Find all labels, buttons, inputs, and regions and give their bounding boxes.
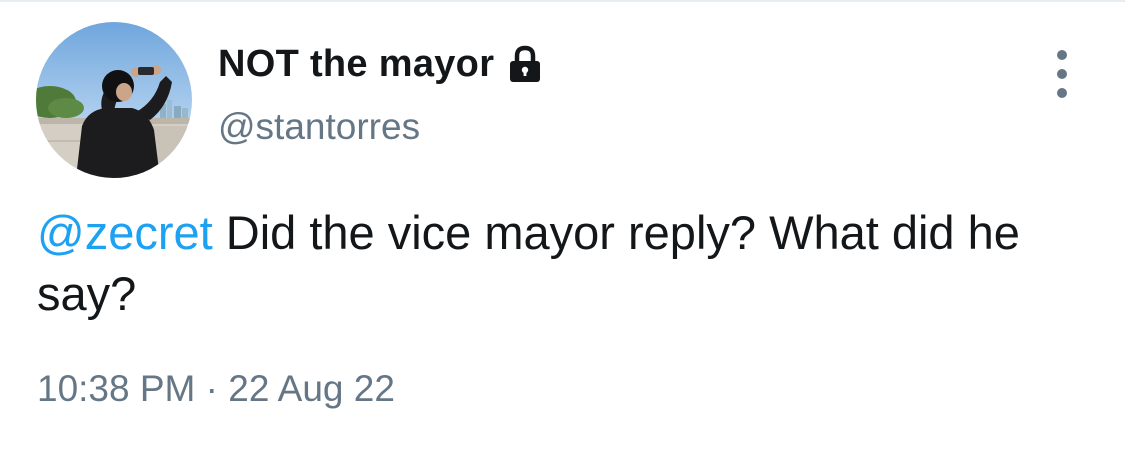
top-divider bbox=[0, 0, 1125, 2]
more-vertical-icon bbox=[1057, 69, 1067, 79]
profile-photo-image bbox=[36, 22, 192, 178]
more-vertical-icon bbox=[1057, 88, 1067, 98]
user-handle[interactable]: @stantorres bbox=[218, 106, 420, 148]
more-vertical-icon bbox=[1057, 50, 1067, 60]
tweet-text: @zecret Did the vice mayor reply? What d… bbox=[37, 202, 1097, 324]
display-name[interactable]: NOT the mayor bbox=[218, 43, 494, 86]
mention-link[interactable]: @zecret bbox=[37, 206, 213, 259]
tweet-timestamp[interactable]: 10:38 PM · 22 Aug 22 bbox=[37, 368, 395, 410]
avatar[interactable] bbox=[36, 22, 192, 178]
more-options-button[interactable] bbox=[1040, 46, 1084, 102]
lock-icon bbox=[504, 43, 546, 85]
display-name-row: NOT the mayor bbox=[218, 40, 546, 88]
